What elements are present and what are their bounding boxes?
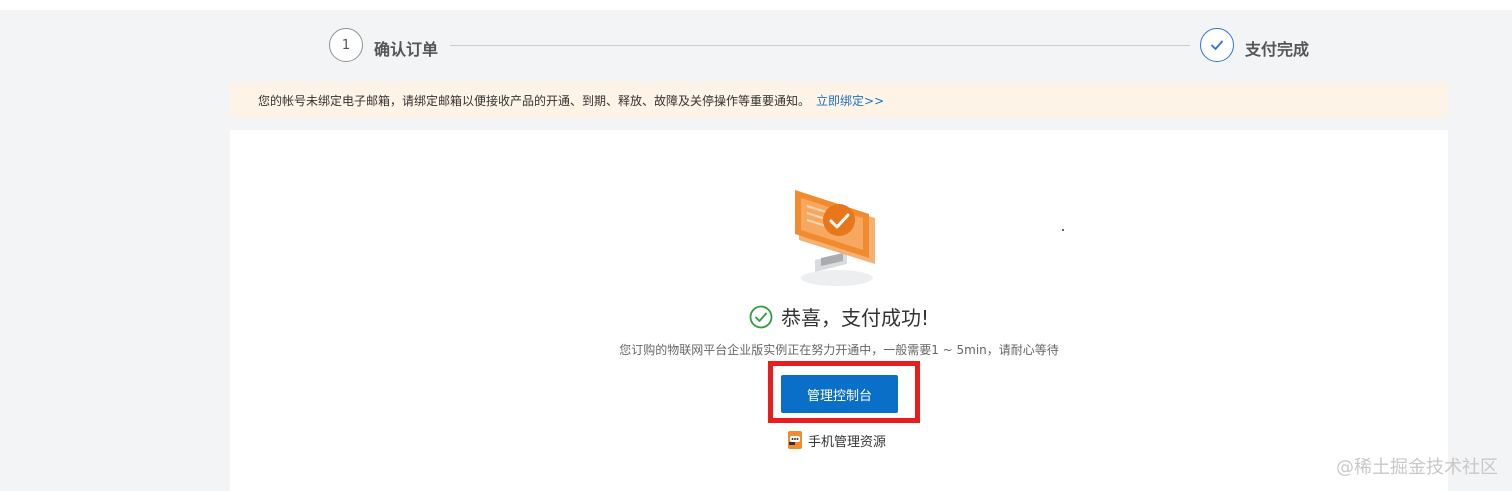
order-steps: 1 确认订单 支付完成 <box>0 10 1512 82</box>
result-card: 恭喜，支付成功! 您订购的物联网平台企业版实例正在努力开通中，一般需要1 ~ 5… <box>230 130 1448 491</box>
manage-console-button[interactable]: 管理控制台 <box>781 375 898 413</box>
provisioning-subtitle: 您订购的物联网平台企业版实例正在努力开通中，一般需要1 ~ 5min，请耐心等待 <box>619 343 1059 357</box>
step-2-circle <box>1200 28 1234 62</box>
mobile-phone-icon <box>788 431 802 449</box>
notice-text: 您的帐号未绑定电子邮箱，请绑定邮箱以便接收产品的开通、到期、释放、故障及关停操作… <box>258 93 811 108</box>
mobile-manage-link[interactable]: 手机管理资源 <box>787 429 886 451</box>
monitor-success-illustration <box>795 190 875 286</box>
step-1-number: 1 <box>341 37 351 53</box>
step-1-circle: 1 <box>329 28 363 62</box>
bind-email-link[interactable]: 立即绑定>> <box>816 92 884 109</box>
watermark: @稀土掘金技术社区 <box>1336 457 1498 478</box>
step-connector-line <box>450 45 1190 46</box>
check-circle-icon <box>749 305 773 328</box>
step-1-label: 确认订单 <box>374 40 439 59</box>
step-2-label: 支付完成 <box>1245 40 1310 59</box>
email-binding-notice: 您的帐号未绑定电子邮箱，请绑定邮箱以便接收产品的开通、到期、释放、故障及关停操作… <box>230 82 1448 118</box>
success-title: 恭喜，支付成功! <box>780 306 930 330</box>
decorative-dot <box>1062 229 1064 231</box>
mobile-manage-label: 手机管理资源 <box>808 434 887 450</box>
top-edge <box>0 0 1512 10</box>
payment-complete-page: 1 确认订单 支付完成 您的帐号未绑定电子邮箱，请绑定邮箱以便接收产品的开通、到… <box>0 0 1512 491</box>
success-message: 恭喜，支付成功! <box>230 302 1448 331</box>
checkmark-icon <box>1211 40 1223 50</box>
